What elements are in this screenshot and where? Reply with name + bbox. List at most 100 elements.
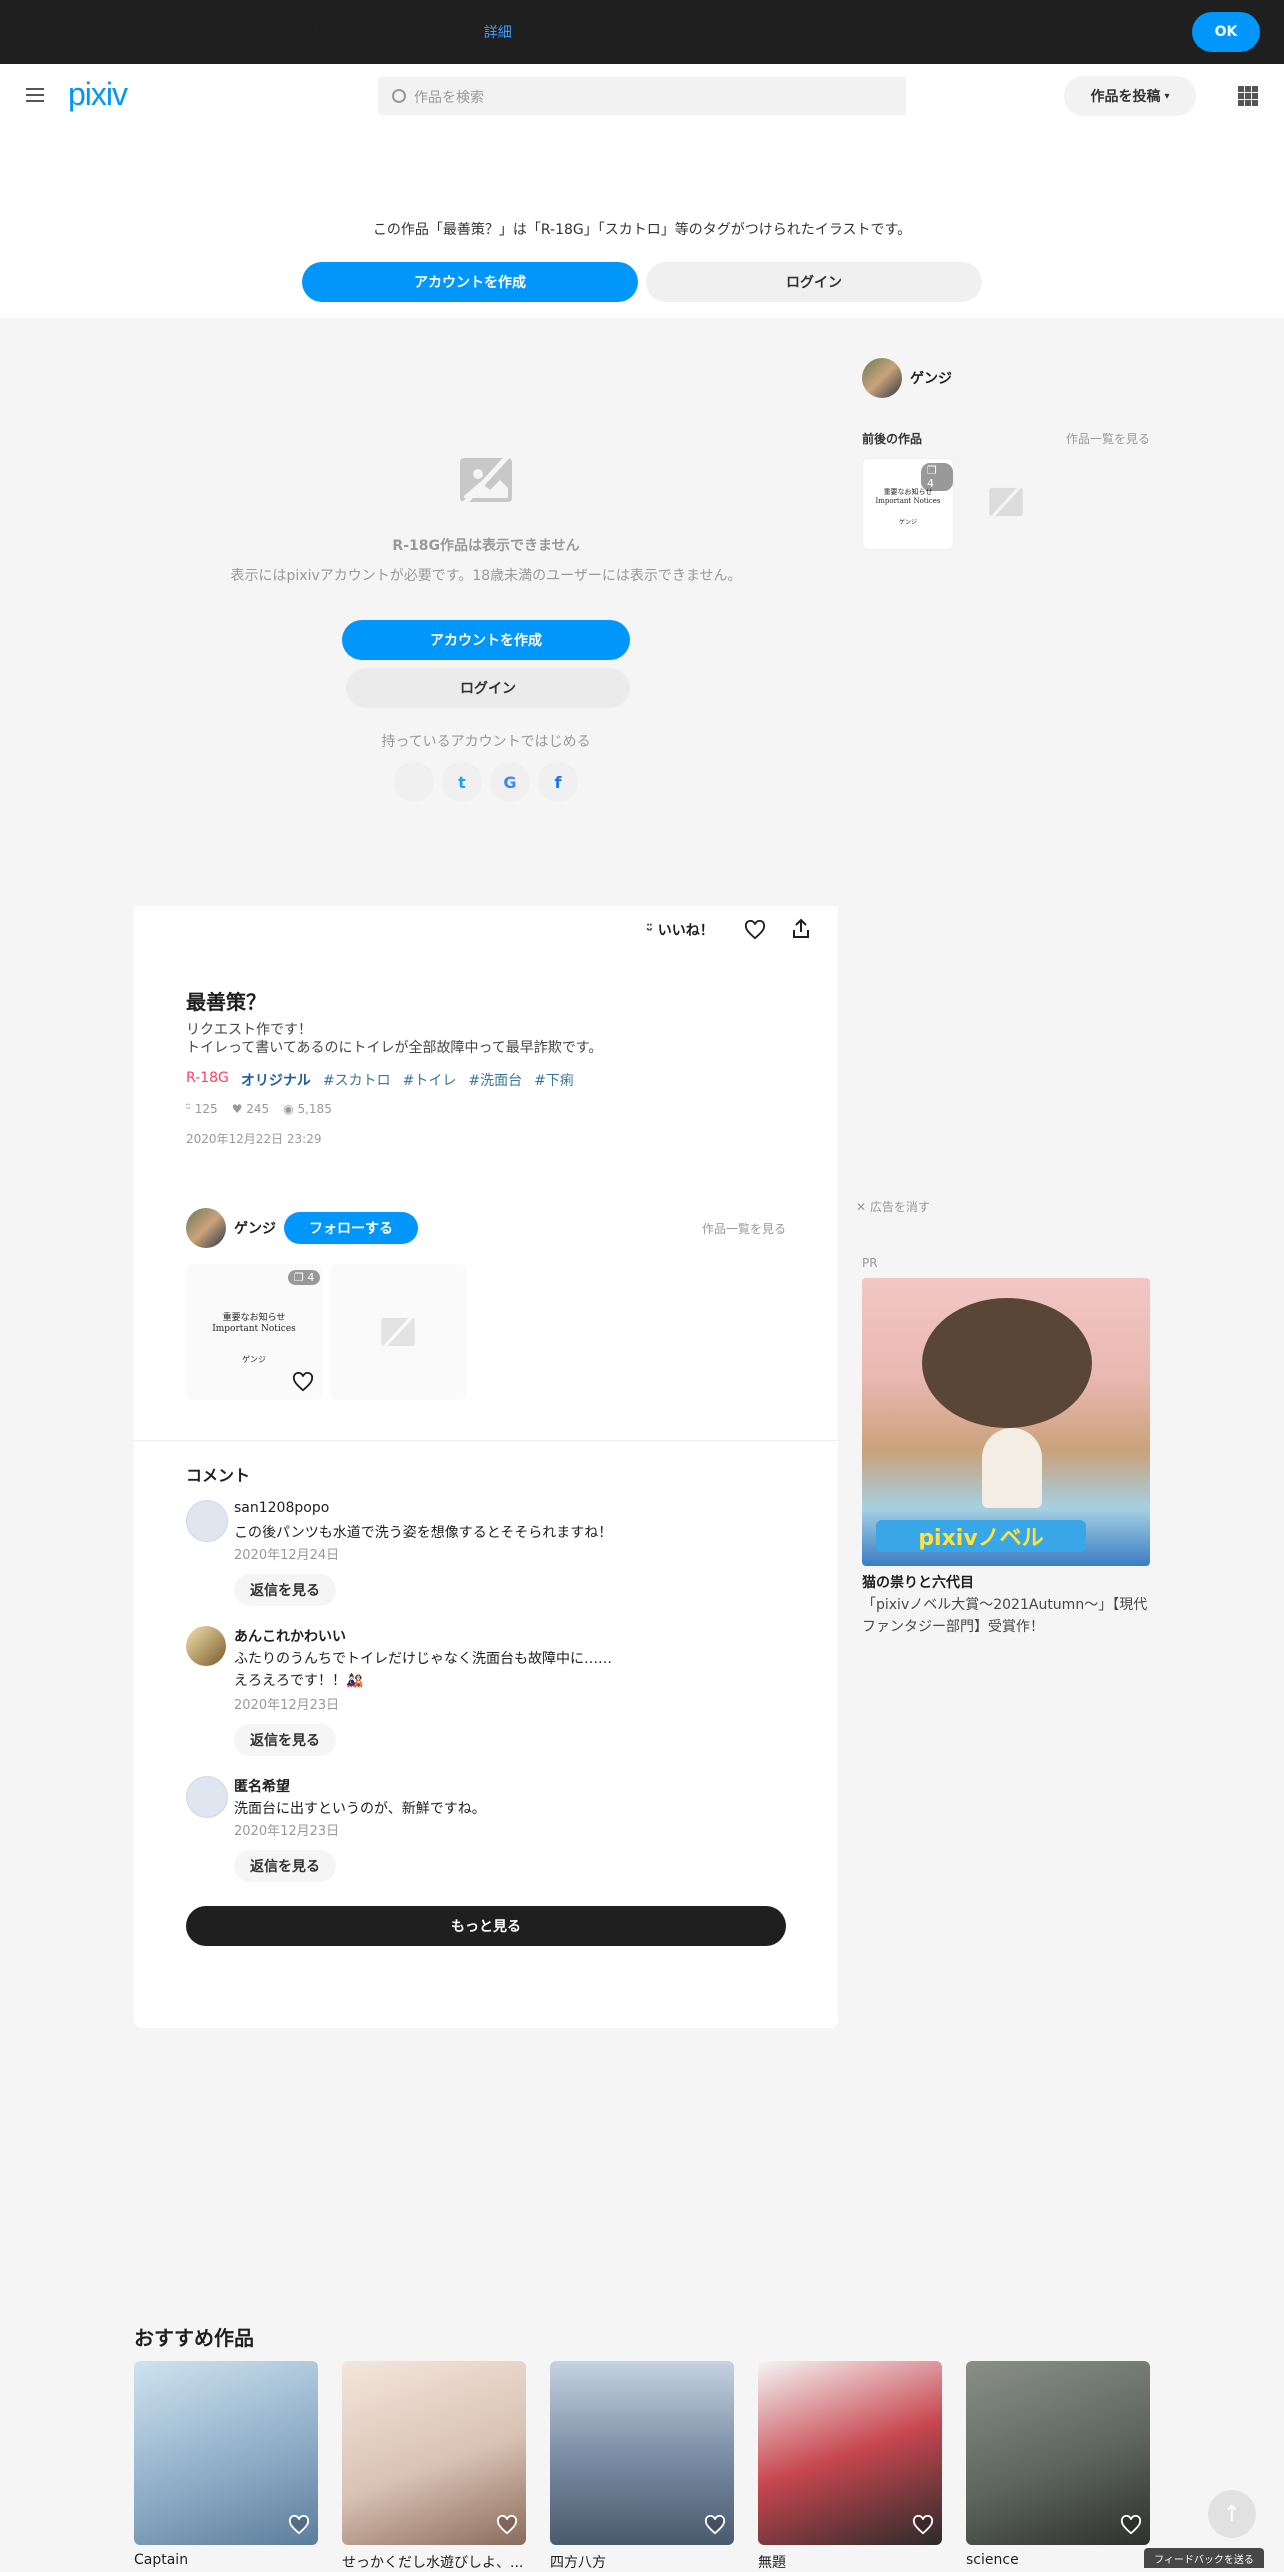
author-avatar[interactable] [186,1208,226,1248]
view-replies-button[interactable]: 返信を見る [234,1574,336,1606]
banner-ok-button[interactable]: OK [1192,12,1260,52]
artwork-date: 2020年12月22日 23:29 [186,1132,322,1146]
ad-description: 「pixivノベル大賞～2021Autumn～」【現代ファンタジー部門】受賞作！ [862,1597,1148,1635]
like-button[interactable]: ᵕ̈ いいね！ [646,920,714,940]
content-notice-text: この作品「最善策？」は「R-18G」「スカトロ」等のタグがつけられたイラストです… [372,222,912,238]
search-placeholder: 作品を検索 [414,90,484,106]
author-works-link[interactable]: 作品一覧を見る [702,1220,786,1237]
twitter-login-icon[interactable]: t [442,762,482,802]
author-work-thumbnail[interactable]: ❐ 4 重要なお知らせ Important Notices ゲンジ [186,1264,322,1400]
recommended-thumbnail[interactable] [550,2361,734,2545]
google-login-icon[interactable]: G [490,762,530,802]
thumbnail-line3: ゲンジ [898,519,917,526]
apps-grid-icon[interactable] [1238,86,1258,106]
locked-create-account-button[interactable]: アカウントを作成 [342,620,630,660]
artwork-title: 最善策？ [186,990,266,1014]
commenter-avatar[interactable] [186,1500,228,1542]
thumbnail-heart-icon[interactable] [292,1372,314,1392]
privacy-banner-text: pixivは2021年5月31日付けでプライバシーポリシーを改定しました。 詳細 [24,22,512,42]
author-name[interactable]: ゲンジ [234,1218,276,1238]
tag-toilet[interactable]: #トイレ [403,1070,457,1090]
ad-banner-image[interactable]: pixivノベル [862,1278,1150,1566]
thumbnail-line1: 重要なお知らせ [222,1313,286,1323]
recommended-title[interactable]: 無題 [758,2552,786,2572]
locked-title: R-18G作品は表示できません [392,538,580,554]
banner-message: pixivは2021年5月31日付けでプライバシーポリシーを改定しました。 [24,25,470,41]
view-count: ◉ 5,185 [283,1102,332,1116]
image-hidden-icon [460,454,512,506]
tag-diarrhea[interactable]: #下痢 [534,1070,574,1090]
recommended-title[interactable]: Captain [134,2552,188,2568]
pr-label: PR [862,1256,878,1270]
recommended-title[interactable]: 四方八方 [550,2552,606,2572]
share-icon[interactable] [790,918,812,940]
commenter-avatar[interactable] [186,1626,226,1666]
comment-user[interactable]: あんこれかわいい [234,1626,346,1646]
comment-text-line2: えろえろです！！🎎 [234,1673,364,1689]
sidebar-author-avatar[interactable] [862,358,902,398]
menu-icon[interactable] [26,88,44,102]
facebook-login-icon[interactable]: f [538,762,578,802]
comment-user[interactable]: san1208popo [234,1500,329,1516]
cat-illustration [922,1298,1092,1428]
ad-title[interactable]: 猫の祟りと六代目 [862,1572,974,1592]
banner-details-link[interactable]: 詳細 [484,25,512,41]
recommended-title[interactable]: science [966,2552,1019,2568]
thumbnail-line1: 重要なお知らせ [883,488,933,496]
apple-login-icon[interactable] [394,762,434,802]
recommended-thumbnail[interactable] [758,2361,942,2545]
locked-login-button[interactable]: ログイン [346,668,630,708]
prev-work-thumbnail[interactable]: ❐ 4 重要なお知らせ Important Notices ゲンジ [862,458,954,550]
arrow-up-icon: ↑ [1222,2501,1242,2527]
post-work-label: 作品を投稿 [1090,89,1161,105]
commenter-avatar[interactable] [186,1776,228,1818]
recommended-title[interactable]: せっかくだし水遊びしよ、... [342,2552,523,2572]
tag-scatology[interactable]: #スカトロ [323,1070,391,1090]
feedback-button[interactable]: フィードバックを送る [1144,2548,1264,2568]
comment-user[interactable]: 匿名希望 [234,1776,290,1796]
divider [134,1440,838,1441]
thumbnail-line2: Important Notices [212,1324,296,1334]
tag-r18g[interactable]: R-18G [186,1070,229,1090]
tag-washbasin[interactable]: #洗面台 [468,1070,522,1090]
sidebar-works-link[interactable]: 作品一覧を見る [1066,430,1150,447]
thumbnail-heart-icon[interactable] [912,2515,934,2535]
pixiv-logo[interactable]: pixiv [68,76,128,113]
comment-date: 2020年12月23日 [234,1824,340,1839]
author-work-hidden-thumbnail[interactable] [330,1264,466,1400]
recommended-thumbnail[interactable] [966,2361,1150,2545]
tag-list: R-18G オリジナル #スカトロ #トイレ #洗面台 #下痢 [186,1070,574,1090]
thumbnail-line3: ゲンジ [242,1355,266,1364]
artwork-stats: ᵕ̈ 125 ♥ 245 ◉ 5,185 [186,1102,332,1116]
like-label: いいね！ [657,923,714,939]
remove-ad-link[interactable]: ✕ 広告を消す [856,1198,930,1215]
ad-banner-logo: pixivノベル [876,1520,1086,1552]
prev-next-heading: 前後の作品 [862,432,923,446]
thumbnail-heart-icon[interactable] [288,2515,310,2535]
tag-original[interactable]: オリジナル [241,1070,311,1090]
more-comments-button[interactable]: もっと見る [186,1906,786,1946]
pages-icon: ❐ [927,464,937,477]
close-icon: ✕ [856,1200,870,1214]
thumbnail-heart-icon[interactable] [496,2515,518,2535]
next-work-hidden-icon[interactable] [986,484,1026,520]
recommended-thumbnail[interactable] [342,2361,526,2545]
sidebar-author-name[interactable]: ゲンジ [910,368,952,388]
post-work-button[interactable]: 作品を投稿 ▾ [1064,76,1196,116]
notice-create-account-button[interactable]: アカウントを作成 [302,262,638,302]
thumbnail-heart-icon[interactable] [1120,2515,1142,2535]
existing-account-text: 持っているアカウントではじめる [381,734,591,750]
artwork-description-line1: リクエスト作です！ [186,1022,312,1038]
comments-heading: コメント [186,1466,251,1485]
thumbnail-heart-icon[interactable] [704,2515,726,2535]
recommended-thumbnail[interactable] [134,2361,318,2545]
notice-login-button[interactable]: ログイン [646,262,982,302]
follow-button[interactable]: フォローする [284,1212,418,1244]
scroll-top-button[interactable]: ↑ [1208,2490,1256,2538]
view-replies-button[interactable]: 返信を見る [234,1724,336,1756]
view-replies-button[interactable]: 返信を見る [234,1850,336,1882]
bookmark-heart-icon[interactable] [744,920,766,940]
artwork-description-line2: トイレって書いてあるのにトイレが全部故障中って最早詐欺です。 [186,1040,603,1056]
bookmark-count: ♥ 245 [231,1102,270,1116]
comment-text: この後パンツも水道で洗う姿を想像するとそそられますね！ [234,1525,613,1541]
